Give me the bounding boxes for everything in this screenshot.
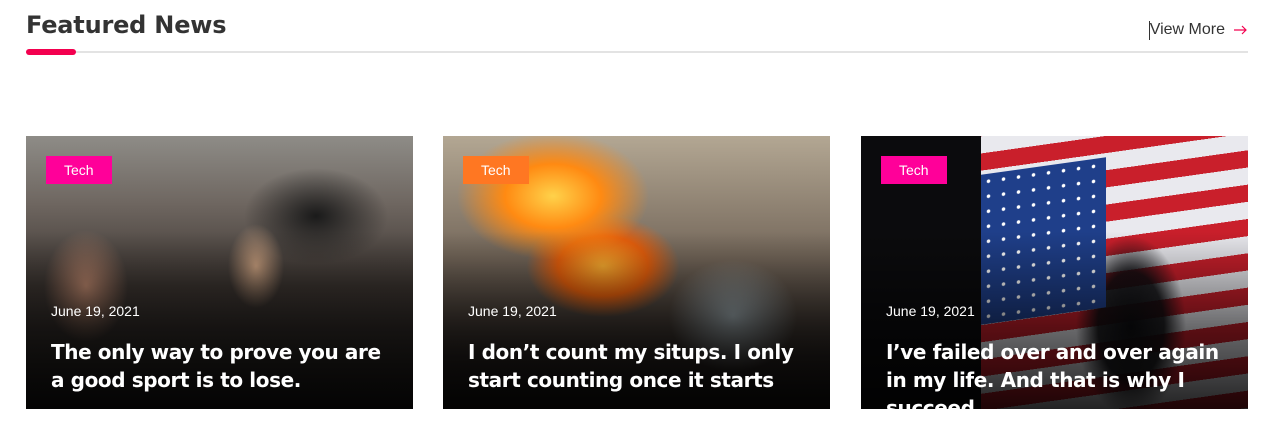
view-more-label: View More — [1149, 21, 1225, 38]
news-headline[interactable]: I’ve failed over and over again in my li… — [886, 338, 1231, 409]
news-card[interactable]: Tech June 19, 2021 I don’t count my situ… — [443, 136, 830, 409]
section-header: Featured News View More — [26, 0, 1248, 56]
view-more-link[interactable]: View More — [1148, 20, 1248, 40]
title-accent-bar — [26, 49, 76, 55]
section-title: Featured News — [26, 11, 227, 39]
news-headline[interactable]: The only way to prove you are a good spo… — [51, 338, 396, 394]
post-date: June 19, 2021 — [468, 303, 557, 319]
category-badge[interactable]: Tech — [46, 156, 112, 184]
news-card[interactable]: Tech June 19, 2021 I’ve failed over and … — [861, 136, 1248, 409]
news-card[interactable]: Tech June 19, 2021 The only way to prove… — [26, 136, 413, 409]
header-divider — [26, 51, 1248, 53]
post-date: June 19, 2021 — [886, 303, 975, 319]
featured-news-section: Featured News View More Tech June 19, 20… — [0, 0, 1274, 444]
arrow-right-icon — [1234, 25, 1247, 35]
category-badge[interactable]: Tech — [881, 156, 947, 184]
category-badge[interactable]: Tech — [463, 156, 529, 184]
post-date: June 19, 2021 — [51, 303, 140, 319]
news-headline[interactable]: I don’t count my situps. I only start co… — [468, 338, 813, 394]
